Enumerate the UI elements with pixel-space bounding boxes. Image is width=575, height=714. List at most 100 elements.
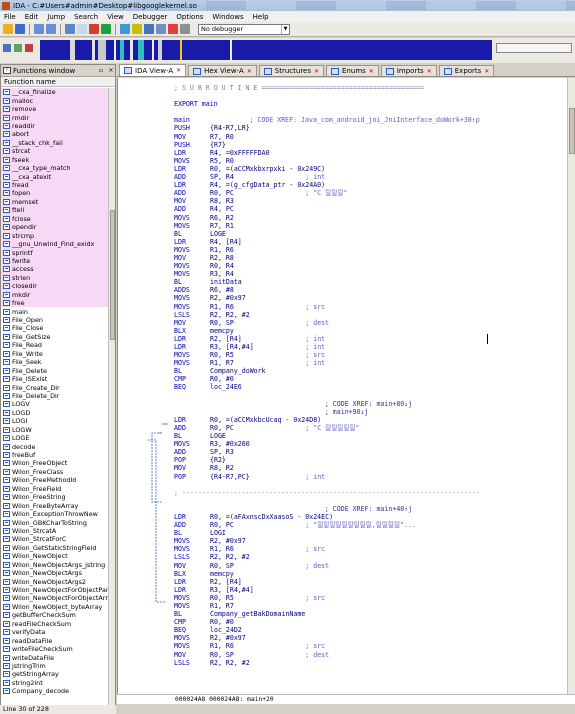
tab-close-icon[interactable]: ✕ bbox=[314, 68, 319, 75]
function-list-item[interactable]: mkdir bbox=[1, 290, 109, 299]
menu-search[interactable]: Search bbox=[74, 13, 98, 21]
mnemonic[interactable]: ADD bbox=[174, 424, 210, 432]
operands[interactable]: R0, #0 bbox=[210, 618, 234, 626]
instruction-line[interactable]: MOVS R1, R7 ; int bbox=[174, 359, 567, 367]
function-list-item[interactable]: writeDataFile bbox=[1, 653, 109, 662]
ida-view-disassembly[interactable]: ; S U B R O U T I N E ==================… bbox=[117, 78, 567, 694]
operands[interactable]: Company_doWork bbox=[210, 367, 266, 375]
settings-icon[interactable] bbox=[180, 24, 190, 34]
mnemonic[interactable]: MOV bbox=[174, 254, 210, 262]
instruction-line[interactable]: BL LOGE bbox=[174, 230, 567, 238]
function-list-item[interactable]: LOGW bbox=[1, 426, 109, 434]
function-list-item[interactable]: fwrite bbox=[1, 256, 109, 266]
code-label[interactable]: main bbox=[174, 116, 190, 124]
mnemonic[interactable]: BL bbox=[174, 230, 210, 238]
function-list-item[interactable]: Wilon_FreeMethodId bbox=[1, 476, 109, 484]
instruction-line[interactable]: LDR R2, [R4] bbox=[174, 578, 567, 586]
mnemonic[interactable]: MOV bbox=[174, 464, 210, 472]
tab-close-icon[interactable]: ✕ bbox=[484, 68, 489, 75]
function-list-item[interactable]: Wilon_NewObjectArgs2 bbox=[1, 577, 109, 586]
function-list-item[interactable]: readDataFile bbox=[1, 636, 109, 645]
graph-icon[interactable] bbox=[101, 24, 111, 34]
instruction-line[interactable]: MOVS R1, R6 ; src bbox=[174, 545, 567, 553]
instruction-line[interactable]: LDR R0, =(aCCMxkbcUcaq - 0x24D8) bbox=[174, 416, 567, 424]
mnemonic[interactable]: LSLS bbox=[174, 311, 210, 319]
function-list-item[interactable]: Wilon_FreeByteArray bbox=[1, 501, 109, 510]
function-list-item[interactable]: Wilon_FreeField bbox=[1, 485, 109, 493]
function-list-item[interactable]: malloc bbox=[1, 96, 109, 105]
instruction-line[interactable]: MOVS R2, #0x97 bbox=[174, 294, 567, 302]
instruction-line[interactable]: MOV R0, SP ; dest bbox=[174, 319, 567, 327]
operands[interactable]: R0, =(aCCMxkbxrpxki - 0x249C) bbox=[210, 165, 325, 173]
mnemonic[interactable]: CMP bbox=[174, 618, 210, 626]
instruction-line[interactable]: MOV R0, SP ; dest bbox=[174, 562, 567, 570]
mnemonic[interactable]: LSLS bbox=[174, 553, 210, 561]
function-list-item[interactable]: abort bbox=[1, 130, 109, 139]
function-list-item[interactable]: Wilon_FreeClass bbox=[1, 468, 109, 476]
xref-line[interactable]: ; CODE XREF: main+80↓j bbox=[174, 400, 567, 408]
operands[interactable]: R2, #0x97 bbox=[210, 537, 246, 545]
function-list-item[interactable]: verifyData bbox=[1, 628, 109, 636]
operands[interactable]: R0, PC bbox=[210, 521, 234, 529]
operands[interactable]: R1, R6 bbox=[210, 303, 234, 311]
debugger-select[interactable]: No debugger ▼ bbox=[198, 23, 290, 35]
function-list-item[interactable]: rmdir bbox=[1, 113, 109, 122]
instruction-line[interactable]: MOV R8, R3 bbox=[174, 197, 567, 205]
function-list-item[interactable]: File_GetSize bbox=[1, 333, 109, 341]
navigator-strip[interactable] bbox=[40, 40, 492, 60]
operands[interactable]: R2, R8 bbox=[210, 254, 234, 262]
mnemonic[interactable]: MOVS bbox=[174, 440, 210, 448]
mnemonic[interactable]: LDR bbox=[174, 416, 210, 424]
operands[interactable]: memcpy bbox=[210, 570, 234, 578]
operands[interactable]: R0, SP bbox=[210, 651, 234, 659]
function-list-item[interactable]: remove bbox=[1, 104, 109, 114]
operands[interactable]: R2, #0x97 bbox=[210, 634, 246, 642]
function-list-item[interactable]: File_Close bbox=[1, 324, 109, 332]
function-list-item[interactable]: __stack_chk_fail bbox=[1, 138, 109, 148]
stop-icon[interactable] bbox=[168, 24, 178, 34]
instruction-line[interactable]: MOVS R2, #0x97 bbox=[174, 537, 567, 545]
instruction-line[interactable]: BL LOGI bbox=[174, 529, 567, 537]
instruction-line[interactable]: MOVS R5, R0 bbox=[174, 157, 567, 165]
mnemonic[interactable]: MOVS bbox=[174, 270, 210, 278]
mnemonic[interactable]: BLX bbox=[174, 327, 210, 335]
instruction-line[interactable]: POP {R2} bbox=[174, 456, 567, 464]
function-list-item[interactable]: Wilon_NewObjectArgs bbox=[1, 569, 109, 577]
operands[interactable]: initData bbox=[210, 278, 242, 286]
search-icon[interactable] bbox=[77, 24, 87, 34]
operands[interactable]: LOGE bbox=[210, 432, 226, 440]
xref-comment[interactable]: ; CODE XREF: main+40↑j bbox=[325, 505, 412, 513]
operands[interactable]: R1, R7 bbox=[210, 359, 234, 367]
function-list-item[interactable]: File_Write bbox=[1, 350, 109, 358]
instruction-line[interactable]: LDR R0, =(aFAxnscDxXaasoS - 0x24EC) bbox=[174, 513, 567, 521]
function-list-item[interactable]: File_ISExist bbox=[1, 375, 109, 383]
instruction-line[interactable]: LDR R4, =(g_cfgData_ptr - 0x24A0) bbox=[174, 181, 567, 189]
function-list-item[interactable]: Wilon_StrcatA bbox=[1, 527, 109, 535]
instruction-line[interactable]: LSLS R2, R2, #2 bbox=[174, 659, 567, 667]
scrollbar-thumb[interactable] bbox=[569, 108, 575, 154]
function-list-item[interactable]: sprintf bbox=[1, 248, 109, 257]
operands[interactable]: R4, =(g_cfgData_ptr - 0x24A0) bbox=[210, 181, 325, 189]
operands[interactable]: R8, R2 bbox=[210, 464, 234, 472]
instruction-line[interactable]: CMP R0, #0 bbox=[174, 618, 567, 626]
mnemonic[interactable]: LDR bbox=[174, 181, 210, 189]
instruction-line[interactable]: ADD SP, R3 bbox=[174, 448, 567, 456]
instruction-line[interactable]: PUSH {R7} bbox=[174, 141, 567, 149]
mnemonic[interactable]: BEQ bbox=[174, 626, 210, 634]
mnemonic[interactable]: LDR bbox=[174, 238, 210, 246]
function-list-item[interactable]: freeBuf bbox=[1, 451, 109, 459]
function-list-item[interactable]: LOGV bbox=[1, 400, 109, 408]
function-list-item[interactable]: fseek bbox=[1, 155, 109, 164]
function-list-item[interactable]: File_Read bbox=[1, 341, 109, 349]
menu-debugger[interactable]: Debugger bbox=[133, 13, 168, 21]
mnemonic[interactable]: MOVS bbox=[174, 294, 210, 302]
operands[interactable]: R0, =(aFAxnscDxXaasoS - 0x24EC) bbox=[210, 513, 333, 521]
function-list-item[interactable]: Wilon_GetStaticStringField bbox=[1, 544, 109, 552]
mnemonic[interactable]: BL bbox=[174, 278, 210, 286]
operands[interactable]: R3, #0x260 bbox=[210, 440, 250, 448]
function-list-item[interactable]: memset bbox=[1, 197, 109, 207]
strings-icon[interactable] bbox=[132, 24, 142, 34]
function-list-item[interactable]: File_Delete_Dir bbox=[1, 392, 109, 400]
mnemonic[interactable]: ADD bbox=[174, 521, 210, 529]
operands[interactable]: R2, R2, #2 bbox=[210, 553, 250, 561]
